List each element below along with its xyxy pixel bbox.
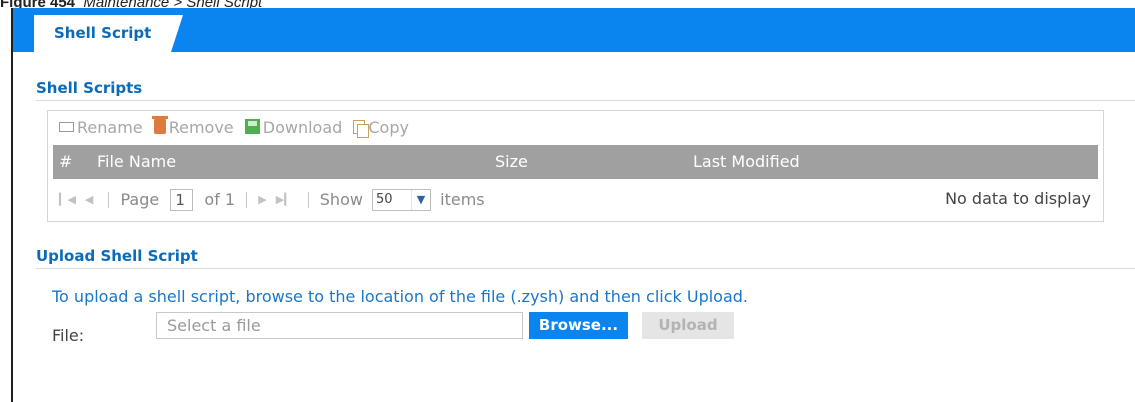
section-divider [36, 100, 1135, 101]
section-divider [36, 268, 1135, 269]
upload-description: To upload a shell script, browse to the … [52, 287, 748, 306]
shell-scripts-section-title: Shell Scripts [36, 79, 143, 97]
column-header-number[interactable]: # [59, 145, 72, 179]
figure-caption: Figure 454 Maintenance > Shell Script [0, 0, 262, 8]
column-header-size[interactable]: Size [495, 145, 528, 179]
file-label: File: [52, 326, 85, 345]
column-header-last-modified[interactable]: Last Modified [693, 145, 800, 179]
download-button[interactable]: Download [244, 111, 343, 145]
table-header-row: # File Name Size Last Modified [53, 145, 1098, 179]
page-count-label: of 1 [204, 189, 236, 209]
items-per-page-value: 50 [376, 191, 393, 207]
pager-divider [108, 191, 110, 208]
download-label: Download [262, 118, 343, 137]
show-label: Show [319, 189, 363, 209]
page-number-input[interactable]: 1 [170, 188, 194, 211]
rename-icon [59, 121, 74, 132]
save-disk-icon [244, 119, 260, 134]
items-label: items [440, 189, 485, 209]
trash-icon [151, 116, 168, 134]
tab-shell-script[interactable]: Shell Script [34, 15, 183, 52]
page-label: Page [120, 189, 160, 209]
browse-button[interactable]: Browse... [529, 312, 628, 339]
pager-divider [246, 191, 248, 208]
rename-button[interactable]: Rename [59, 111, 143, 145]
items-per-page-select[interactable]: 50 ▼ [372, 188, 432, 211]
shell-scripts-grid: Rename Remove Download Copy # File Name … [47, 110, 1104, 222]
upload-section-title: Upload Shell Script [36, 247, 198, 265]
column-header-file-name[interactable]: File Name [97, 145, 176, 179]
remove-label: Remove [168, 118, 234, 137]
pagination-bar: ▎◀ ◀ Page 1 of 1 ▶ ▶▎ Show 50 ▼ items No da… [48, 179, 1103, 219]
grid-toolbar: Rename Remove Download Copy [48, 111, 1103, 145]
next-page-icon[interactable]: ▶ [258, 180, 266, 220]
copy-icon [353, 119, 370, 138]
first-page-icon[interactable]: ▎◀ [59, 180, 76, 220]
copy-button[interactable]: Copy [353, 111, 409, 145]
prev-page-icon[interactable]: ◀ [85, 180, 93, 220]
chevron-down-icon[interactable]: ▼ [411, 189, 431, 210]
tab-bar: Shell Script [13, 8, 1135, 52]
pager-divider [307, 191, 309, 208]
figure-label: Figure 454 [0, 0, 75, 8]
file-path-input[interactable]: Select a file [156, 312, 523, 339]
copy-label: Copy [368, 118, 409, 137]
upload-button[interactable]: Upload [642, 312, 734, 339]
rename-label: Rename [77, 118, 143, 137]
figure-title: Maintenance > Shell Script [83, 0, 262, 8]
empty-state-text: No data to display [945, 189, 1091, 208]
app-frame: Shell Script Shell Scripts Rename Remove… [11, 8, 1135, 402]
remove-button[interactable]: Remove [151, 111, 234, 145]
last-page-icon[interactable]: ▶▎ [276, 180, 293, 220]
